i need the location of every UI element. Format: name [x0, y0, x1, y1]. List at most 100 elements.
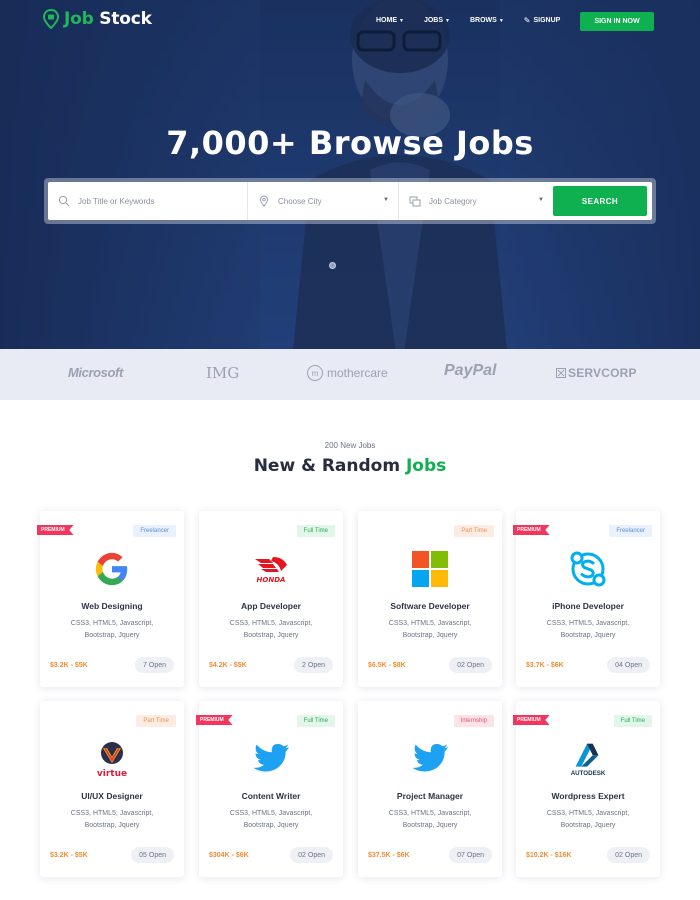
navbar: Job Stock HOME ▼ JOBS ▼ BROWS ▼ ✎ SIGNUP SIG… [0, 0, 700, 42]
brand-logo-servcorp: SERVCORP [556, 366, 637, 380]
open-positions-badge: 02 Open [449, 657, 492, 673]
hero-title: 7,000+ Browse Jobs [166, 124, 534, 162]
caret-down-icon: ▼ [445, 17, 450, 24]
premium-ribbon: PREMIUM [196, 715, 233, 725]
job-skills: CSS3, HTML5, Javascript, Bootstrap, Jque… [229, 620, 313, 639]
honda-wordmark: HONDA [257, 576, 286, 584]
site-logo[interactable]: Job Stock [42, 9, 152, 29]
premium-ribbon: PREMIUM [513, 715, 550, 725]
job-skills: CSS3, HTML5, Javascript, Bootstrap, Jque… [229, 810, 313, 829]
nav-item-brows[interactable]: BROWS ▼ [470, 16, 504, 25]
open-positions-badge: 05 Open [131, 847, 174, 863]
keyword-input[interactable]: Job Title or Keywords [48, 182, 248, 220]
mothercare-icon: m [307, 365, 323, 381]
premium-ribbon: PREMIUM [513, 525, 550, 535]
logo-text: Job Stock [64, 9, 152, 29]
job-title[interactable]: Web Designing [40, 601, 184, 611]
job-card-content-writer[interactable]: PREMIUM Full Time Content Writer CSS3, HTML… [196, 701, 343, 877]
microsoft-logo [410, 549, 450, 589]
google-logo [92, 549, 132, 589]
job-card-web-designing[interactable]: PREMIUM Freelancer Web Designing CSS3, HTML… [37, 511, 184, 687]
slider-dot[interactable] [329, 262, 336, 269]
section-subtitle: 200 New Jobs [324, 441, 376, 450]
hero-overlay [0, 0, 700, 349]
autodesk-wordmark: AUTODESK [571, 770, 606, 777]
open-positions-badge: 2 Open [294, 657, 333, 673]
job-card-project-manager[interactable]: Internship Project Manager CSS3, HTML5, Ja… [358, 701, 502, 877]
job-salary: $10.2K - $16K [526, 852, 572, 859]
job-skills: CSS3, HTML5, Javascript, Bootstrap, Jque… [70, 620, 154, 639]
keyword-placeholder: Job Title or Keywords [78, 196, 155, 206]
job-salary: $37.5K - $6K [368, 852, 410, 859]
search-icon [58, 195, 70, 207]
job-title[interactable]: Content Writer [199, 791, 343, 801]
section-title: New & Random Jobs [253, 456, 447, 476]
autodesk-logo: AUTODESK [568, 739, 608, 779]
job-card-wordpress-expert[interactable]: PREMIUM Full Time AUTODESK Wordpress Expert… [513, 701, 660, 877]
brand-logo-img: IMG [206, 364, 240, 382]
job-salary: $3.7K - $6K [526, 662, 564, 669]
category-placeholder: Job Category [429, 196, 477, 206]
job-type-badge: Full Time [296, 525, 335, 537]
brand-logo-mothercare: m mothercare [307, 365, 388, 381]
nav-item-signup[interactable]: ✎ SIGNUP [524, 16, 561, 25]
search-button[interactable]: SEARCH [553, 186, 647, 216]
twitter-logo [251, 739, 291, 779]
job-type-badge: Full Time [613, 715, 652, 727]
job-card-ui-ux-designer[interactable]: Part Time virtue UI/UX Designer CSS3, HTML5… [40, 701, 184, 877]
hero-banner: Job Stock HOME ▼ JOBS ▼ BROWS ▼ ✎ SIGNUP SIG… [0, 0, 700, 349]
caret-down-icon: ▼ [498, 17, 504, 24]
virtue-wordmark: virtue [97, 769, 127, 779]
city-select[interactable]: Choose City ▼ [248, 182, 399, 220]
job-card-app-developer[interactable]: Full Time HONDA App Developer CSS3, HTML5, … [199, 511, 343, 687]
job-title[interactable]: Software Developer [358, 601, 502, 611]
open-positions-badge: 02 Open [607, 847, 650, 863]
servcorp-icon [556, 368, 566, 378]
job-title[interactable]: App Developer [199, 601, 343, 611]
pencil-icon: ✎ [523, 16, 531, 25]
nav-menu: HOME ▼ JOBS ▼ BROWS ▼ ✎ SIGNUP [376, 16, 580, 25]
category-icon [409, 196, 421, 207]
search-box: Job Title or Keywords Choose City ▼ Job … [48, 182, 652, 220]
job-title[interactable]: iPhone Developer [516, 601, 660, 611]
job-salary: $6.5K - $8K [368, 662, 406, 669]
open-positions-badge: 02 Open [290, 847, 333, 863]
job-type-badge: Freelancer [133, 525, 176, 537]
dropdown-arrow-icon: ▼ [383, 197, 389, 203]
open-positions-badge: 04 Open [607, 657, 650, 673]
job-salary: $4.2K - $5K [209, 662, 247, 669]
job-type-badge: Full Time [296, 715, 335, 727]
job-title[interactable]: Project Manager [358, 791, 502, 801]
job-card-iphone-developer[interactable]: PREMIUM Freelancer iPhone Developer CSS3, H… [513, 511, 660, 687]
job-skills: CSS3, HTML5, Javascript, Bootstrap, Jque… [388, 810, 472, 829]
job-title[interactable]: Wordpress Expert [516, 791, 660, 801]
job-title[interactable]: UI/UX Designer [40, 791, 184, 801]
brand-logo-microsoft: Microsoft [68, 365, 123, 380]
open-positions-badge: 7 Open [135, 657, 174, 673]
job-skills: CSS3, HTML5, Javascript, Bootstrap, Jque… [388, 620, 472, 639]
sign-in-button[interactable]: SIGN IN NOW [580, 12, 654, 31]
nav-item-home[interactable]: HOME ▼ [376, 16, 404, 25]
skype-logo [568, 549, 608, 589]
city-placeholder: Choose City [278, 196, 322, 206]
job-type-badge: Freelancer [609, 525, 652, 537]
brand-logos-strip: Microsoft IMG m mothercare PayPal SERVCOR… [0, 349, 700, 400]
virtue-logo: virtue [92, 739, 132, 779]
honda-logo: HONDA [251, 549, 291, 589]
twitter-logo [410, 739, 450, 779]
map-pin-icon [42, 9, 60, 29]
nav-item-jobs[interactable]: JOBS ▼ [424, 16, 450, 25]
search-bar: Job Title or Keywords Choose City ▼ Job … [44, 178, 656, 224]
job-card-software-developer[interactable]: Part Time Software Developer CSS3, HTML5, … [358, 511, 502, 687]
job-salary: $304K - $6K [209, 852, 249, 859]
job-skills: CSS3, HTML5, Javascript, Bootstrap, Jque… [546, 810, 630, 829]
premium-ribbon: PREMIUM [37, 525, 74, 535]
brand-logo-paypal: PayPal [444, 362, 497, 379]
job-type-badge: Internship [453, 715, 494, 727]
category-select[interactable]: Job Category ▼ [399, 182, 553, 220]
job-type-badge: Part Time [454, 525, 494, 537]
job-salary: $3.2K - $5K [50, 662, 88, 669]
location-pin-icon [259, 195, 269, 207]
dropdown-arrow-icon: ▼ [538, 197, 544, 203]
job-salary: $3.2K - $5K [50, 852, 88, 859]
